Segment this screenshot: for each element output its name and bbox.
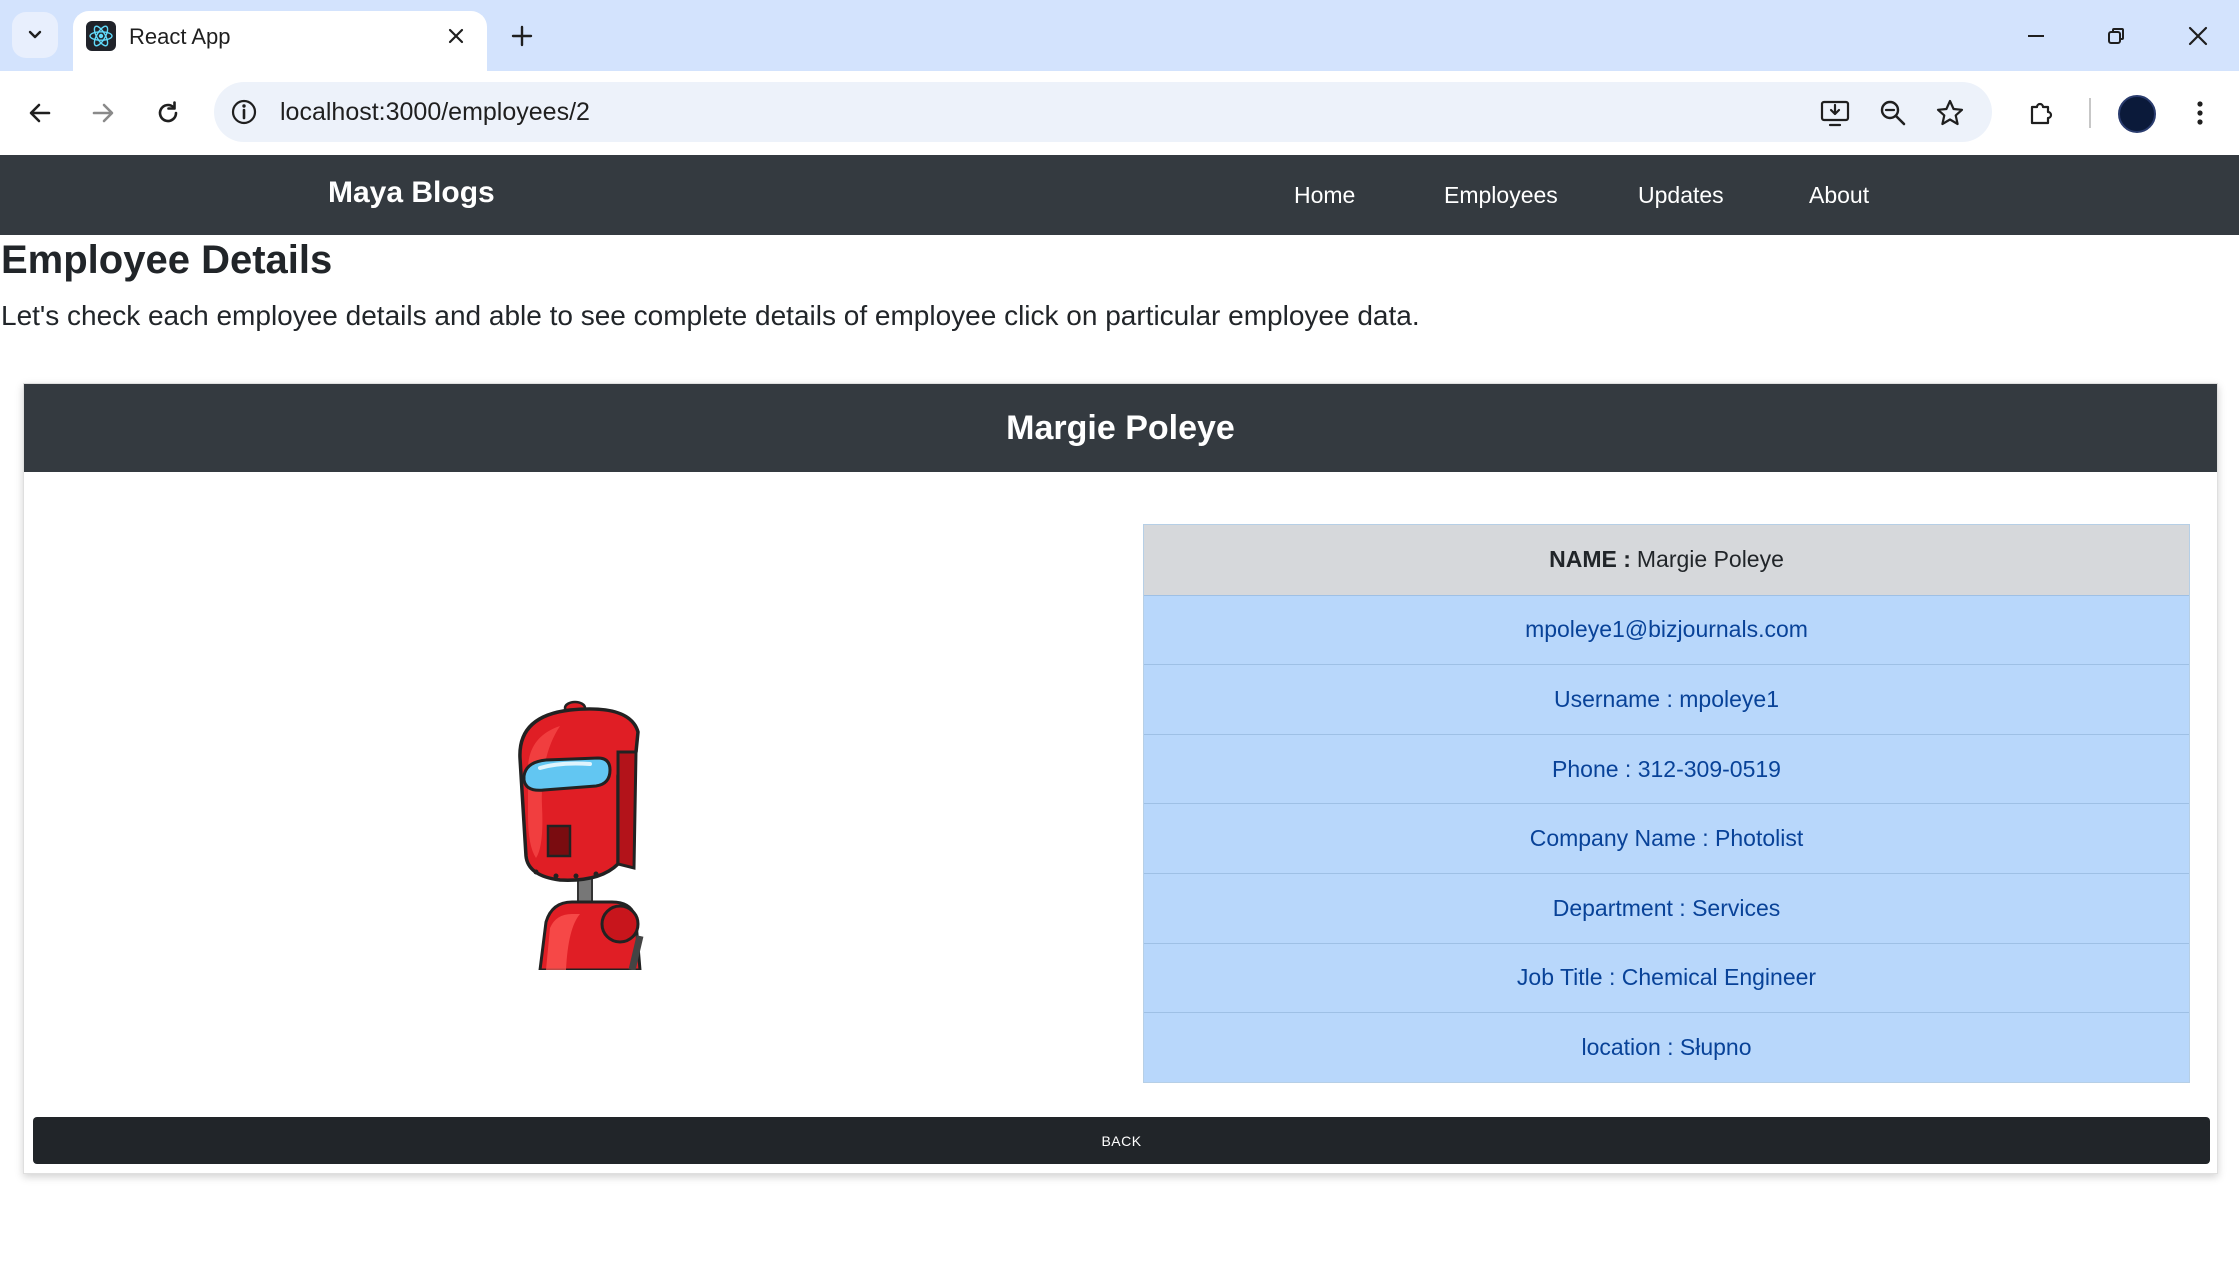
site-info-icon[interactable] <box>228 96 260 128</box>
plus-icon <box>511 25 533 47</box>
chevron-down-icon <box>28 30 42 39</box>
more-vertical-icon <box>2197 101 2203 125</box>
address-bar[interactable]: localhost:3000/employees/2 <box>214 82 1992 142</box>
bookmark-star-icon[interactable] <box>1933 96 1967 130</box>
reload-icon <box>158 101 178 123</box>
detail-name-row: NAME : Margie Poleye <box>1144 525 2189 595</box>
restore-icon <box>2108 28 2124 44</box>
react-logo-icon <box>86 21 116 51</box>
nav-link-about[interactable]: About <box>1809 182 1869 209</box>
page-title: Employee Details <box>1 238 333 282</box>
detail-job-title: Job Title : Chemical Engineer <box>1516 964 1817 991</box>
detail-location-row: location : Słupno <box>1144 1012 2189 1082</box>
detail-phone-row: Phone : 312-309-0519 <box>1144 733 2189 804</box>
back-nav-button[interactable] <box>18 91 62 135</box>
reload-button[interactable] <box>146 91 190 135</box>
arrow-left-icon <box>29 103 51 123</box>
tab-title: React App <box>129 24 231 49</box>
arrow-right-icon <box>92 103 114 123</box>
detail-company: Company Name : Photolist <box>1529 825 1804 852</box>
browser-tab-active[interactable]: React App <box>73 11 487 71</box>
extensions-button[interactable] <box>2019 91 2063 135</box>
address-url: localhost:3000/employees/2 <box>280 98 590 126</box>
detail-email-row: mpoleye1@bizjournals.com <box>1144 594 2189 665</box>
close-icon <box>448 28 464 44</box>
minimize-window-button[interactable] <box>2014 14 2058 58</box>
tab-search-button[interactable] <box>12 12 58 58</box>
nav-link-employees[interactable]: Employees <box>1444 182 1558 209</box>
detail-email: mpoleye1@bizjournals.com <box>1525 616 1808 643</box>
toolbar-divider <box>2089 98 2091 128</box>
detail-company-row: Company Name : Photolist <box>1144 803 2189 873</box>
app-navbar: Maya Blogs Home Employees Updates About <box>0 155 2239 235</box>
employee-robot-avatar <box>518 700 644 970</box>
back-button[interactable]: BACK <box>33 1117 2210 1164</box>
card-header: Margie Poleye <box>24 384 2217 472</box>
detail-department: Department : Services <box>1552 894 1781 921</box>
browser-tab-strip: React App <box>0 0 2239 71</box>
detail-name-label: NAME : <box>1549 546 1631 573</box>
detail-username-row: Username : mpoleye1 <box>1144 664 2189 734</box>
install-app-icon[interactable] <box>1818 96 1852 130</box>
nav-link-updates[interactable]: Updates <box>1638 182 1724 209</box>
tab-close-button[interactable] <box>441 21 471 51</box>
restore-window-button[interactable] <box>2094 14 2138 58</box>
brand-link[interactable]: Maya Blogs <box>328 176 495 210</box>
employee-header-name: Margie Poleye <box>1006 408 1235 447</box>
employee-details-list: NAME : Margie Poleye mpoleye1@bizjournal… <box>1143 524 2190 1083</box>
detail-username: Username : mpoleye1 <box>1554 685 1779 712</box>
detail-name-value: Margie Poleye <box>1636 546 1784 573</box>
nav-link-home[interactable]: Home <box>1294 182 1355 209</box>
detail-department-row: Department : Services <box>1144 872 2189 943</box>
profile-avatar[interactable] <box>2118 95 2156 133</box>
back-button-label: BACK <box>1101 1132 1142 1149</box>
minimize-icon <box>2028 35 2044 37</box>
detail-phone: Phone : 312-309-0519 <box>1552 755 1781 782</box>
browser-menu-button[interactable] <box>2178 91 2222 135</box>
detail-job-title-row: Job Title : Chemical Engineer <box>1144 942 2189 1013</box>
zoom-icon[interactable] <box>1876 96 1910 130</box>
new-tab-button[interactable] <box>505 19 539 53</box>
close-window-button[interactable] <box>2176 14 2220 58</box>
page-lead-text: Let's check each employee details and ab… <box>1 300 1420 331</box>
puzzle-icon <box>2030 102 2053 125</box>
employee-card: Margie Poleye NAME : Margie Poleye mpole… <box>23 383 2218 1174</box>
close-icon <box>2188 26 2208 46</box>
forward-nav-button[interactable] <box>81 91 125 135</box>
browser-toolbar: localhost:3000/employees/2 <box>0 71 2239 155</box>
detail-location: location : Słupno <box>1581 1033 1752 1060</box>
